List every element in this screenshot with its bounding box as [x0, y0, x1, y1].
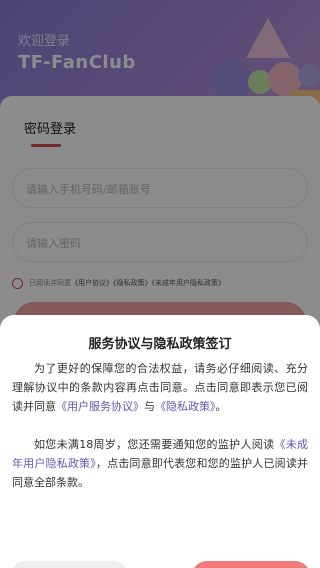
para1-mid: 与 — [144, 400, 155, 413]
dialog-title: 服务协议与隐私政策签订 — [88, 337, 232, 352]
user-service-agreement-link[interactable]: 《用户服务协议》 — [56, 400, 144, 413]
para1-end: 。 — [215, 400, 227, 413]
disagree-button[interactable] — [10, 561, 128, 568]
dialog-paragraph-2: 如您未满18周岁，您还需要通知您的监护人阅读《未成年用户隐私政策》，点击同意即代… — [12, 435, 308, 492]
agree-button[interactable] — [192, 561, 310, 568]
para2-text: 如您未满18周岁，您还需要通知您的监护人阅读 — [34, 438, 275, 451]
privacy-policy-link[interactable]: 《隐私政策》 — [155, 400, 216, 413]
agreement-dialog: 服务协议与隐私政策签订 为了更好的保障您的合法权益，请务必仔细阅读、充分理解协议… — [0, 315, 320, 568]
dialog-paragraph-1: 为了更好的保障您的合法权益，请务必仔细阅读、充分理解协议中的条款内容再点击同意。… — [12, 359, 308, 416]
